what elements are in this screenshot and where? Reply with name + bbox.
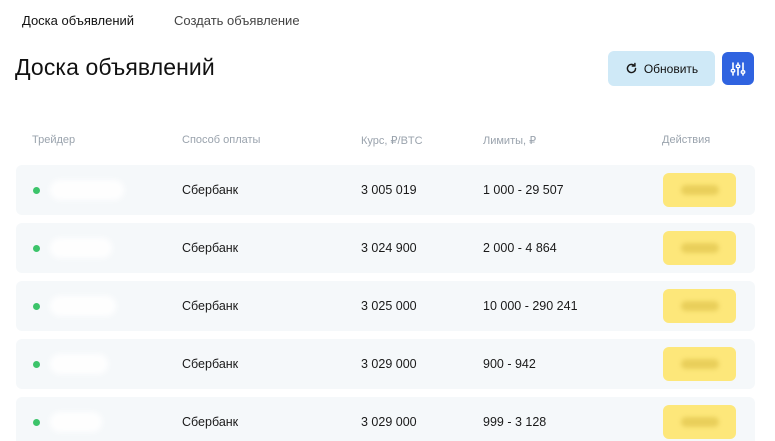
limits-value: 2 000 - 4 864 xyxy=(483,241,557,255)
action-button[interactable] xyxy=(663,173,736,207)
payment-method: Сбербанк xyxy=(182,299,239,313)
trader-name-redacted xyxy=(54,358,104,370)
offers-table: Сбербанк 3 005 019 1 000 - 29 507 Сберба… xyxy=(16,165,755,441)
table-row[interactable]: Сбербанк 3 025 000 10 000 - 290 241 xyxy=(16,281,755,331)
limits-value: 1 000 - 29 507 xyxy=(483,183,564,197)
action-label-redacted xyxy=(681,243,719,253)
column-header: Трейдер xyxy=(32,134,76,146)
column-header: Способ оплаты xyxy=(182,134,261,146)
filter-button[interactable] xyxy=(722,52,754,85)
action-button[interactable] xyxy=(663,289,736,323)
trader-name-redacted xyxy=(54,300,112,312)
trader-name-redacted xyxy=(54,242,108,254)
refresh-icon xyxy=(626,62,637,74)
table-row[interactable]: Сбербанк 3 024 900 2 000 - 4 864 xyxy=(16,223,755,273)
online-status-dot xyxy=(33,187,40,194)
action-label-redacted xyxy=(681,185,719,195)
column-header: Курс, ₽/BTC xyxy=(361,135,423,147)
payment-method: Сбербанк xyxy=(182,357,239,371)
online-status-dot xyxy=(33,419,40,426)
limits-value: 10 000 - 290 241 xyxy=(483,299,578,313)
action-button[interactable] xyxy=(663,231,736,265)
action-button[interactable] xyxy=(663,405,736,439)
page-title: Доска объявлений xyxy=(15,54,215,80)
limits-value: 999 - 3 128 xyxy=(483,415,547,429)
refresh-button-label: Обновить xyxy=(643,61,699,76)
rate-value: 3 025 000 xyxy=(361,299,417,313)
rate-value: 3 029 000 xyxy=(361,357,417,371)
online-status-dot xyxy=(33,245,40,252)
online-status-dot xyxy=(33,303,40,310)
trader-name-redacted xyxy=(54,416,98,428)
payment-method: Сбербанк xyxy=(182,183,239,197)
rate-value: 3 005 019 xyxy=(361,183,417,197)
top-tabs: Доска объявлений Создать объявление xyxy=(22,13,300,28)
rate-value: 3 024 900 xyxy=(361,241,417,255)
tab-board[interactable]: Доска объявлений xyxy=(22,13,134,28)
action-label-redacted xyxy=(681,417,719,427)
limits-value: 900 - 942 xyxy=(483,357,536,371)
sliders-icon xyxy=(730,61,746,76)
action-label-redacted xyxy=(681,301,719,311)
table-row[interactable]: Сбербанк 3 005 019 1 000 - 29 507 xyxy=(16,165,755,215)
column-header: Действия xyxy=(662,134,711,146)
table-row[interactable]: Сбербанк 3 029 000 999 - 3 128 xyxy=(16,397,755,441)
rate-value: 3 029 000 xyxy=(361,415,417,429)
online-status-dot xyxy=(33,361,40,368)
tab-create-ad[interactable]: Создать объявление xyxy=(174,13,300,28)
refresh-button[interactable]: Обновить xyxy=(608,51,715,86)
action-button[interactable] xyxy=(663,347,736,381)
column-header: Лимиты, ₽ xyxy=(483,135,537,147)
table-row[interactable]: Сбербанк 3 029 000 900 - 942 xyxy=(16,339,755,389)
action-label-redacted xyxy=(681,359,719,369)
payment-method: Сбербанк xyxy=(182,415,239,429)
table-header: Трейдер Способ оплаты Курс, ₽/BTC Лимиты… xyxy=(0,134,775,148)
payment-method: Сбербанк xyxy=(182,241,239,255)
trader-name-redacted xyxy=(54,184,120,196)
